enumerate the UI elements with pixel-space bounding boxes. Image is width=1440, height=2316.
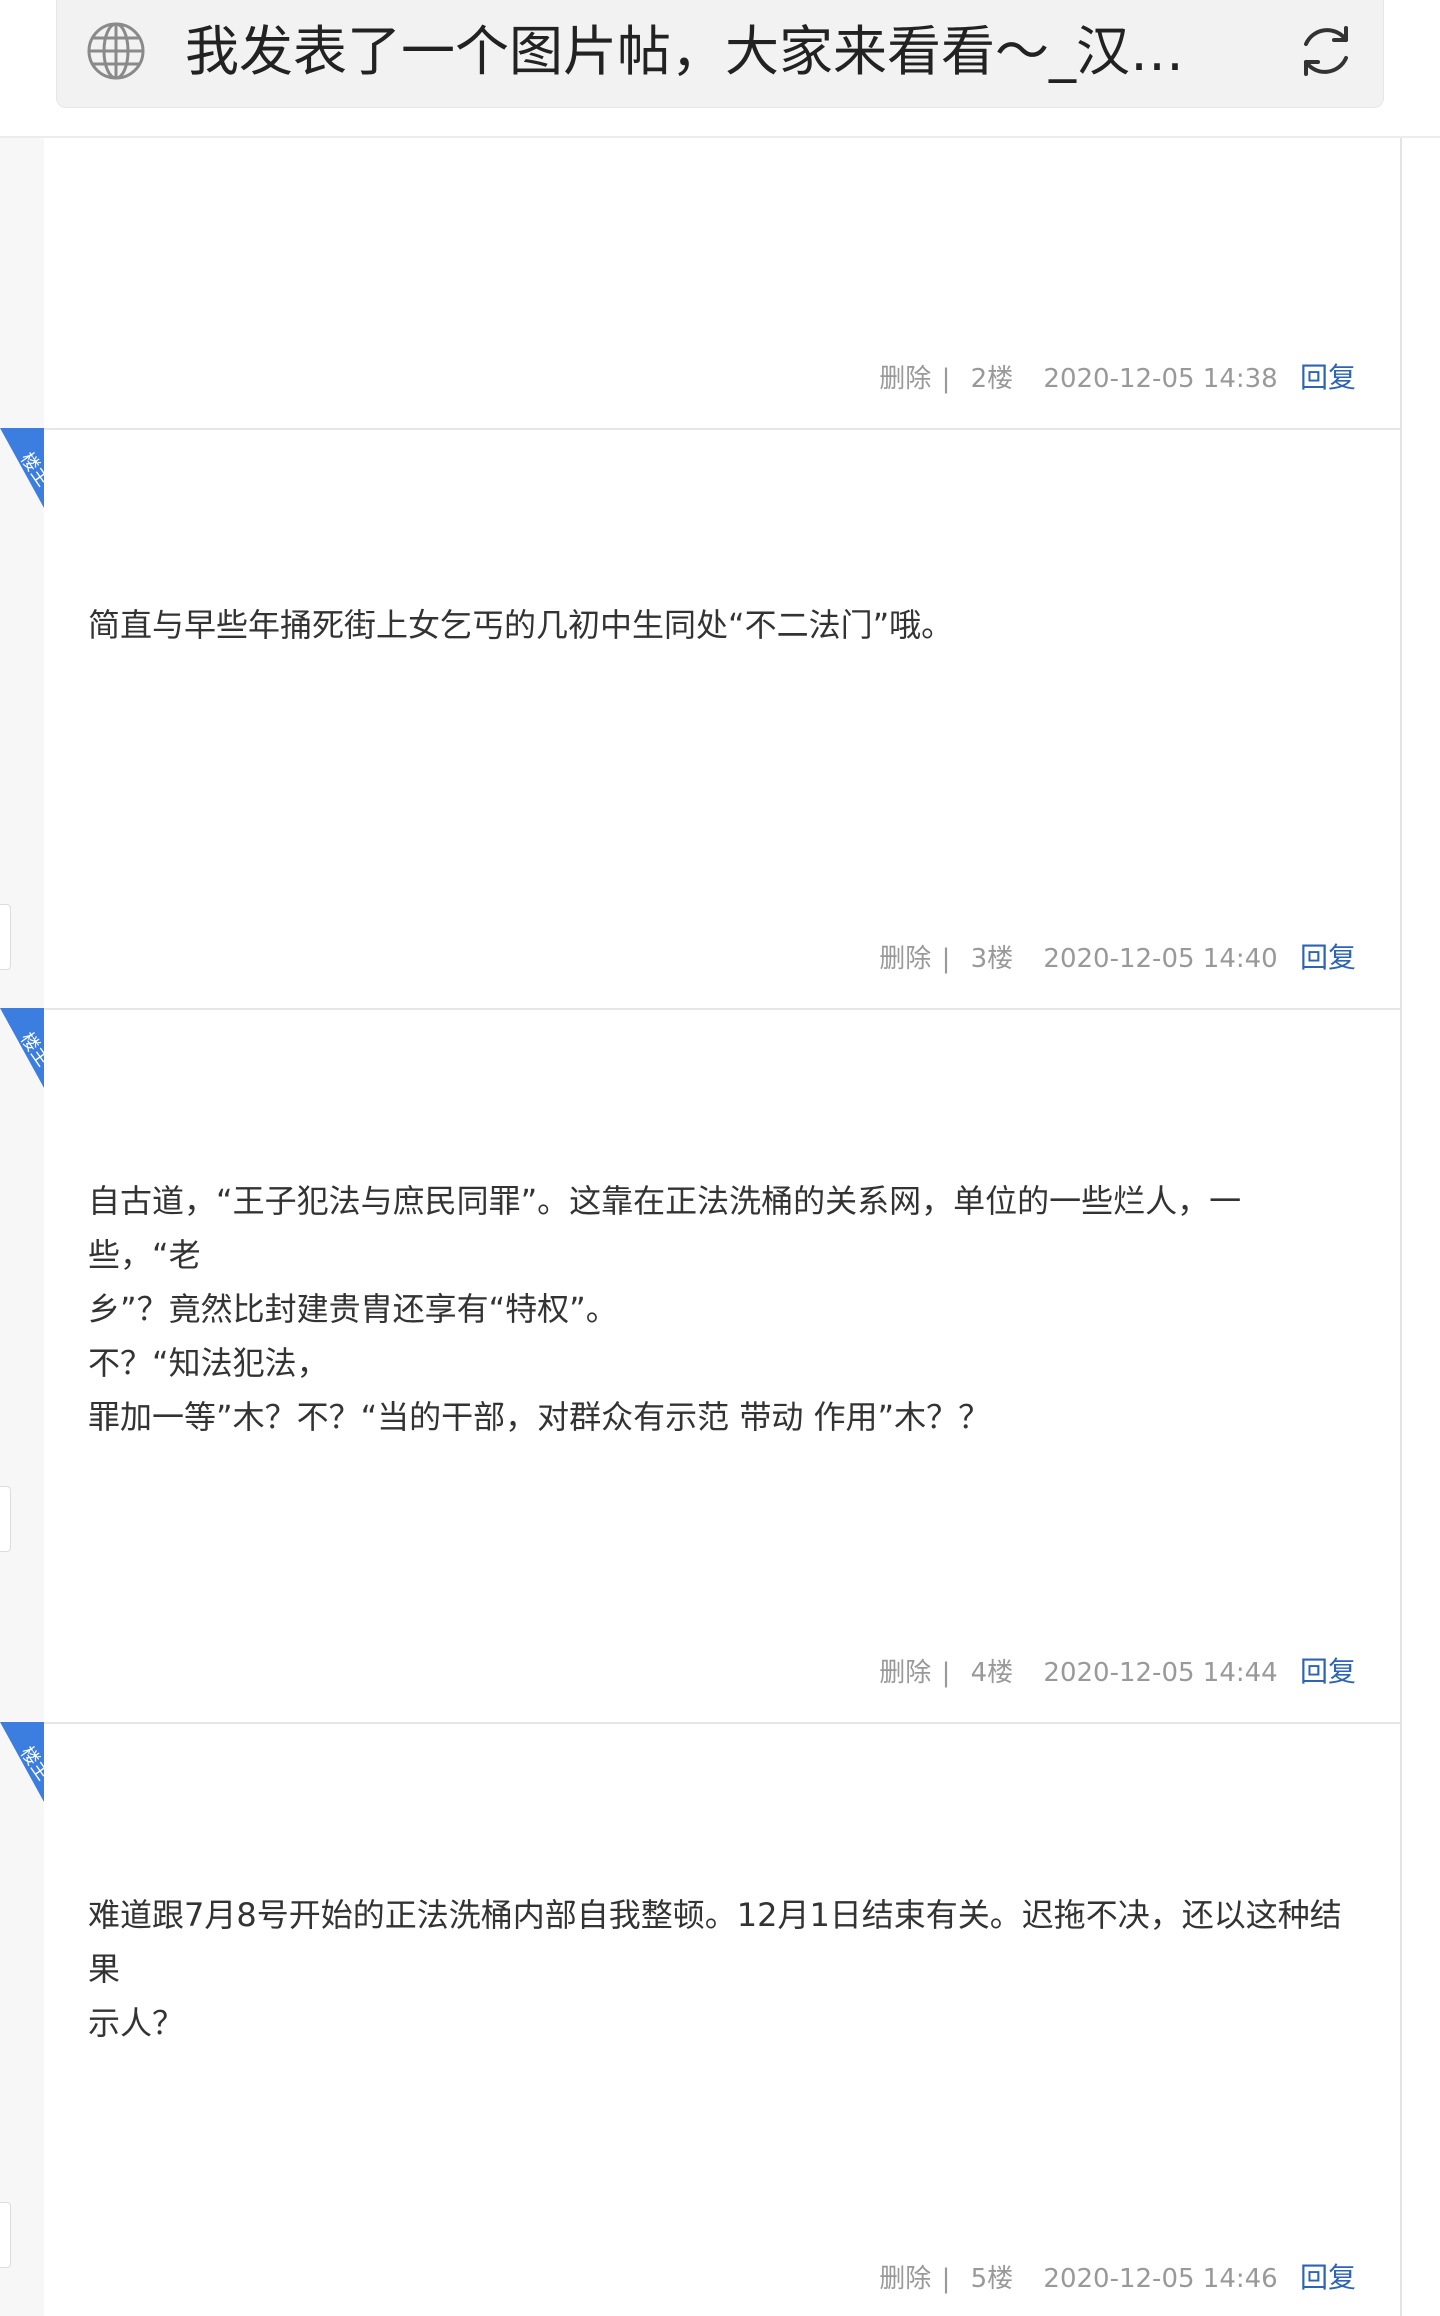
host-badge: 楼主 xyxy=(0,428,44,508)
delete-link[interactable]: 删除 xyxy=(879,2259,931,2299)
meta-separator: | xyxy=(941,944,951,974)
post-content: 难道跟7月8号开始的正法洗桶内部自我整顿。12月1日结束有关。迟拖不决，还以这种… xyxy=(88,1888,1348,2050)
reply-link[interactable]: 回复 xyxy=(1300,2258,1356,2298)
post-divider xyxy=(44,1722,1400,1724)
post-line: 不？“知法犯法， xyxy=(88,1344,329,1382)
reply-link[interactable]: 回复 xyxy=(1300,938,1356,978)
delete-link[interactable]: 删除 xyxy=(879,1653,931,1693)
sidebar-tab[interactable] xyxy=(0,1486,11,1552)
reply-link[interactable]: 回复 xyxy=(1300,1652,1356,1692)
post-line: 简直与早些年捅死街上女乞丐的几初中生同处“不二法门”哦。 xyxy=(88,606,954,644)
meta-separator: | xyxy=(941,2264,951,2294)
host-badge: 楼主 xyxy=(0,1722,44,1802)
post-meta: 删除 | 3楼 2020-12-05 14:40 回复 xyxy=(879,938,1356,978)
thread-content: 删除 | 2楼 2020-12-05 14:38 回复 楼主 简直与早些年捅死街… xyxy=(0,138,1440,2316)
floor-number: 5楼 xyxy=(970,2264,1014,2294)
floor-number: 2楼 xyxy=(970,364,1014,394)
delete-link[interactable]: 删除 xyxy=(879,939,931,979)
post-content: 自古道，“王子犯法与庶民同罪”。这靠在正法洗桶的关系网，单位的一些烂人，一些，“… xyxy=(88,1174,1348,1444)
floor-number: 4楼 xyxy=(970,1658,1014,1688)
reply-link[interactable]: 回复 xyxy=(1300,358,1356,398)
globe-icon xyxy=(87,22,145,80)
host-badge: 楼主 xyxy=(0,1008,44,1088)
floor-number: 3楼 xyxy=(970,944,1014,974)
post-line: 难道跟7月8号开始的正法洗桶内部自我整顿。12月1日结束有关。迟拖不决，还以这种… xyxy=(88,1896,1342,1988)
delete-link[interactable]: 删除 xyxy=(879,359,931,399)
meta-separator: | xyxy=(941,364,951,394)
post-line: 示人？ xyxy=(88,2004,185,2042)
sidebar-tab[interactable] xyxy=(0,904,11,970)
sidebar-tab[interactable] xyxy=(0,2202,11,2268)
post-time: 2020-12-05 14:46 xyxy=(1043,2264,1278,2294)
post-meta: 删除 | 2楼 2020-12-05 14:38 回复 xyxy=(879,358,1356,398)
meta-separator: | xyxy=(941,1658,951,1688)
post-divider xyxy=(44,428,1400,430)
post-line: 罪加一等”木？不？“当的干部，对群众有示范 带动 作用”木？？ xyxy=(88,1398,991,1436)
reload-icon[interactable] xyxy=(1293,18,1359,84)
post-line: 乡”？竟然比封建贵胄还享有“特权”。 xyxy=(88,1290,618,1328)
post-line: 自古道，“王子犯法与庶民同罪”。这靠在正法洗桶的关系网，单位的一些烂人，一些，“… xyxy=(88,1182,1242,1274)
address-bar: 我发表了一个图片帖，大家来看看～_汉… xyxy=(0,0,1440,138)
browser-page: 我发表了一个图片帖，大家来看看～_汉… 删除 | 2楼 2020-12-05 1… xyxy=(0,0,1440,2316)
page-title[interactable]: 我发表了一个图片帖，大家来看看～_汉… xyxy=(185,16,1225,88)
post-divider xyxy=(44,1008,1400,1010)
post-time: 2020-12-05 14:44 xyxy=(1043,1658,1278,1688)
post-meta: 删除 | 5楼 2020-12-05 14:46 回复 xyxy=(879,2258,1356,2298)
post-meta: 删除 | 4楼 2020-12-05 14:44 回复 xyxy=(879,1652,1356,1692)
post-time: 2020-12-05 14:40 xyxy=(1043,944,1278,974)
post-content: 简直与早些年捅死街上女乞丐的几初中生同处“不二法门”哦。 xyxy=(88,598,1348,652)
right-margin xyxy=(1402,138,1440,2316)
post-time: 2020-12-05 14:38 xyxy=(1043,364,1278,394)
url-box[interactable]: 我发表了一个图片帖，大家来看看～_汉… xyxy=(56,0,1384,108)
